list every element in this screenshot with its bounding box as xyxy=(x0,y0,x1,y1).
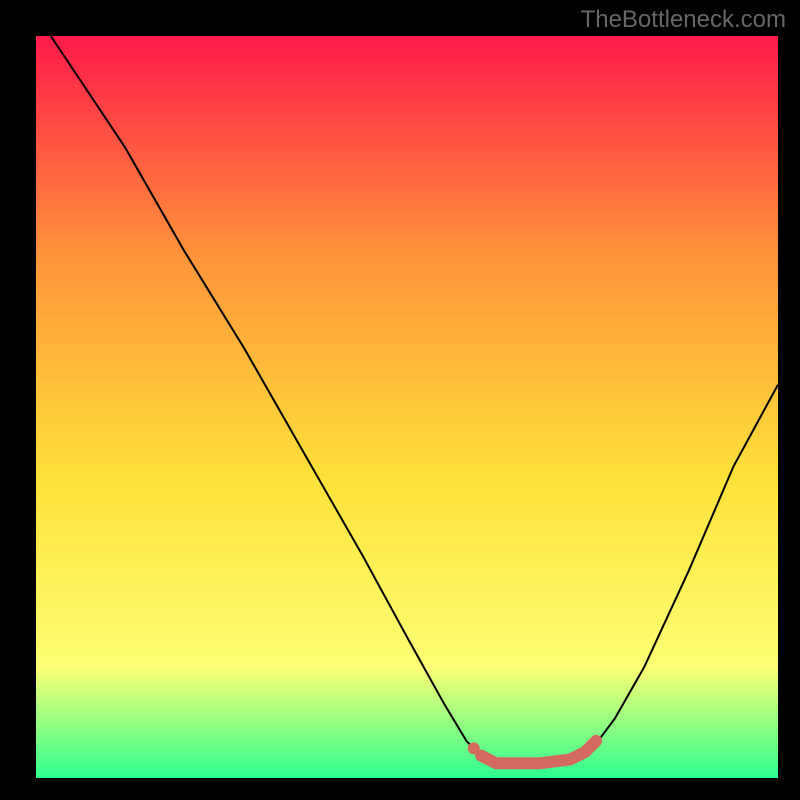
watermark-text: TheBottleneck.com xyxy=(581,6,786,34)
chart-container: TheBottleneck.com xyxy=(0,0,800,800)
chart-svg xyxy=(0,0,800,800)
start-dot xyxy=(468,742,480,754)
plot-area xyxy=(36,36,778,778)
